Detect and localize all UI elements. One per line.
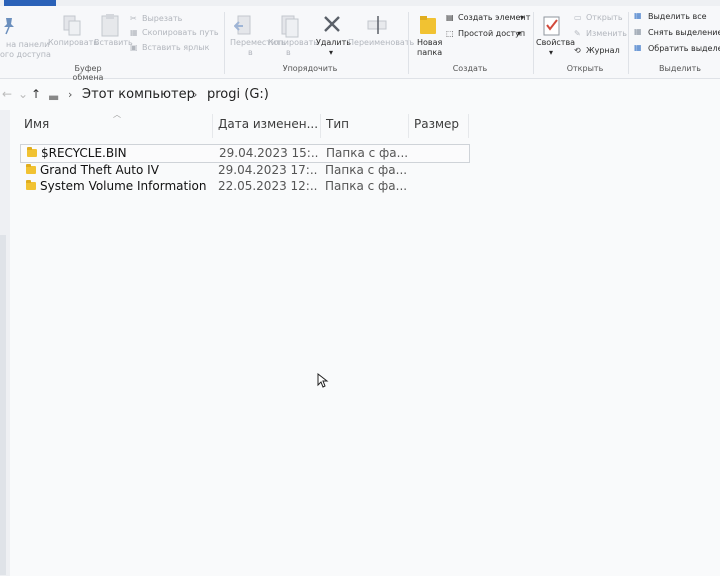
folder-icon	[26, 164, 36, 174]
breadcrumb-drive[interactable]: progi (G:)	[207, 87, 269, 102]
column-header-date[interactable]: Дата изменен...	[218, 117, 318, 137]
rename-icon[interactable]	[366, 14, 388, 36]
organize-group-label: Упорядочить	[282, 64, 338, 73]
select-all-icon[interactable]: ▦	[634, 11, 642, 21]
navigation-pane	[0, 110, 10, 576]
easy-access-button[interactable]: Простой доступ	[458, 29, 525, 39]
address-bar: ← ⌄ ↑ ▬ › Этот компьютер › progi (G:)	[0, 82, 720, 108]
create-group-label: Создать	[452, 64, 488, 73]
forward-icon[interactable]: ⌄	[18, 87, 28, 101]
delete-icon[interactable]	[322, 14, 342, 34]
copy-icon[interactable]	[62, 14, 82, 38]
easy-access-dropdown-icon[interactable]: ▾	[517, 29, 521, 39]
column-divider[interactable]	[468, 114, 469, 138]
folder-icon	[26, 180, 36, 190]
copy-path-icon[interactable]: ▦	[130, 28, 138, 38]
easy-access-icon[interactable]: ⬚	[446, 29, 454, 39]
new-item-icon[interactable]: ▤	[446, 13, 454, 23]
rename-button[interactable]: Переименовать	[348, 38, 414, 48]
ribbon-separator	[628, 12, 629, 74]
properties-button[interactable]: Свойства	[536, 38, 575, 48]
cut-icon[interactable]: ✂	[130, 14, 137, 24]
file-name[interactable]: $RECYCLE.BIN	[41, 146, 213, 160]
ribbon-separator	[408, 12, 409, 74]
ribbon-separator	[224, 12, 225, 74]
file-type: Папка с фа...	[325, 163, 408, 177]
history-icon[interactable]: ⟲	[574, 46, 581, 56]
folder-path-icon: ▬	[48, 90, 60, 104]
file-date: 29.04.2023 15:...	[219, 146, 319, 160]
copy-button[interactable]: Копировать	[48, 38, 98, 48]
file-date: 22.05.2023 12:...	[218, 179, 318, 193]
paste-button[interactable]: Вставить	[94, 38, 133, 48]
chevron-right-icon[interactable]: ›	[68, 88, 72, 101]
properties-dropdown-icon[interactable]: ▾	[549, 48, 553, 58]
file-type: Папка с фа...	[325, 179, 408, 193]
file-name[interactable]: Grand Theft Auto IV	[40, 163, 212, 177]
select-all-button[interactable]: Выделить все	[648, 12, 707, 22]
folder-icon	[27, 147, 37, 157]
column-header-name[interactable]: Имя	[24, 117, 49, 137]
new-folder-button[interactable]: Новая	[417, 38, 442, 48]
column-divider[interactable]	[320, 114, 321, 138]
select-none-button[interactable]: Снять выделение	[648, 28, 720, 38]
chevron-right-icon[interactable]: ›	[193, 88, 197, 101]
delete-dropdown-icon[interactable]: ▾	[329, 48, 333, 58]
edit-icon[interactable]: ✎	[574, 29, 581, 39]
paste-shortcut-button[interactable]: Вставить ярлык	[142, 43, 209, 53]
sort-ascending-icon: ︿	[113, 110, 121, 119]
new-item-dropdown-icon[interactable]: ▾	[520, 13, 524, 23]
file-row[interactable]: Grand Theft Auto IV 29.04.2023 17:... Па…	[20, 162, 468, 179]
back-icon[interactable]: ←	[2, 87, 12, 101]
column-header-size[interactable]: Размер	[414, 117, 459, 137]
open-button[interactable]: Открыть	[586, 13, 623, 23]
mouse-cursor-icon	[317, 373, 329, 388]
ribbon: на панели ого доступа Копировать Вставит…	[0, 6, 720, 82]
open-group-label: Открыть	[566, 64, 604, 73]
paste-shortcut-icon[interactable]: ▣	[130, 43, 138, 53]
paste-icon[interactable]	[100, 12, 122, 38]
invert-selection-icon[interactable]: ▦	[634, 43, 642, 53]
navigation-pane-scrollbar[interactable]	[0, 235, 6, 575]
select-none-icon[interactable]: ▦	[634, 27, 642, 37]
file-row[interactable]: $RECYCLE.BIN 29.04.2023 15:... Папка с ф…	[20, 144, 470, 163]
open-icon[interactable]: ▭	[574, 13, 582, 23]
pin-label-2[interactable]: ого доступа	[0, 50, 51, 60]
move-to-label-2[interactable]: в	[248, 48, 253, 58]
file-type: Папка с фа...	[326, 146, 409, 160]
edit-button[interactable]: Изменить	[586, 29, 627, 39]
copy-path-button[interactable]: Скопировать путь	[142, 28, 219, 38]
column-divider[interactable]	[212, 114, 213, 138]
properties-icon[interactable]	[541, 14, 563, 38]
pin-label-1[interactable]: на панели	[6, 40, 49, 50]
invert-selection-button[interactable]: Обратить выделение	[648, 44, 720, 54]
pin-icon[interactable]	[2, 16, 16, 36]
breadcrumb-this-pc[interactable]: Этот компьютер	[82, 87, 195, 102]
move-to-icon[interactable]	[234, 14, 254, 38]
file-date: 29.04.2023 17:...	[218, 163, 318, 177]
history-button[interactable]: Журнал	[586, 46, 620, 56]
select-group-label: Выделить	[659, 64, 701, 73]
column-header-type[interactable]: Тип	[326, 117, 349, 137]
file-name[interactable]: System Volume Information	[40, 179, 212, 193]
file-row[interactable]: System Volume Information 22.05.2023 12:…	[20, 178, 468, 195]
copy-to-icon[interactable]	[280, 14, 300, 38]
column-divider[interactable]	[408, 114, 409, 138]
cut-button[interactable]: Вырезать	[142, 14, 182, 24]
up-icon[interactable]: ↑	[31, 87, 41, 101]
delete-button[interactable]: Удалить	[316, 38, 351, 48]
clipboard-group-label: Буфер обмена	[72, 64, 104, 82]
copy-to-label-2[interactable]: в	[286, 48, 291, 58]
new-folder-label-2[interactable]: папка	[417, 48, 442, 58]
new-folder-icon[interactable]	[418, 14, 438, 38]
copy-to-button[interactable]: Копировать	[268, 38, 318, 48]
ribbon-separator	[533, 12, 534, 74]
